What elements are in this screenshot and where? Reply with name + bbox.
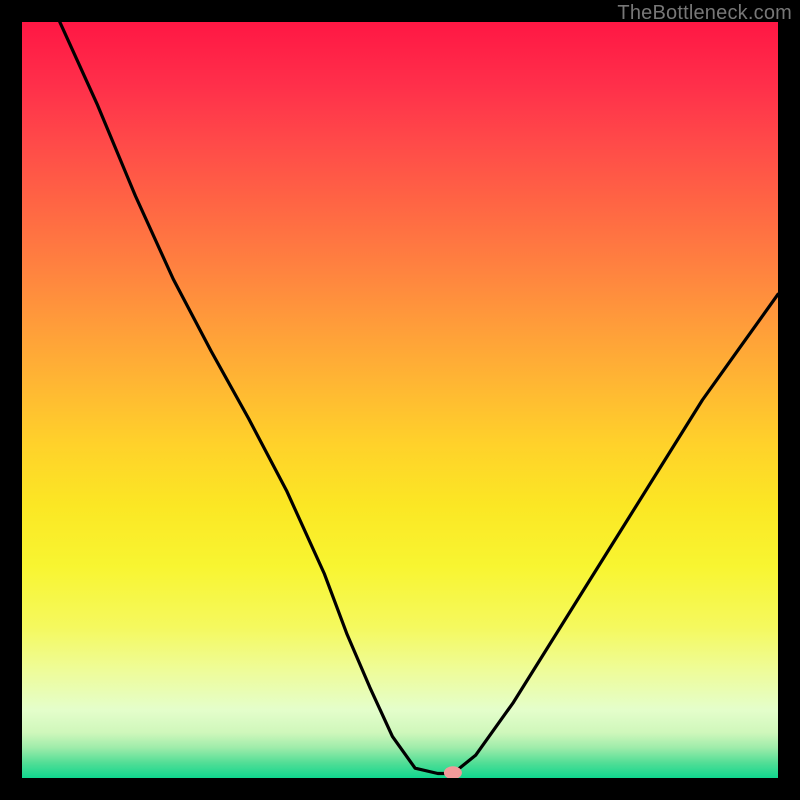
watermark-text: TheBottleneck.com: [617, 2, 792, 25]
chart-plot-area: [22, 22, 778, 778]
bottleneck-line: [22, 22, 778, 778]
